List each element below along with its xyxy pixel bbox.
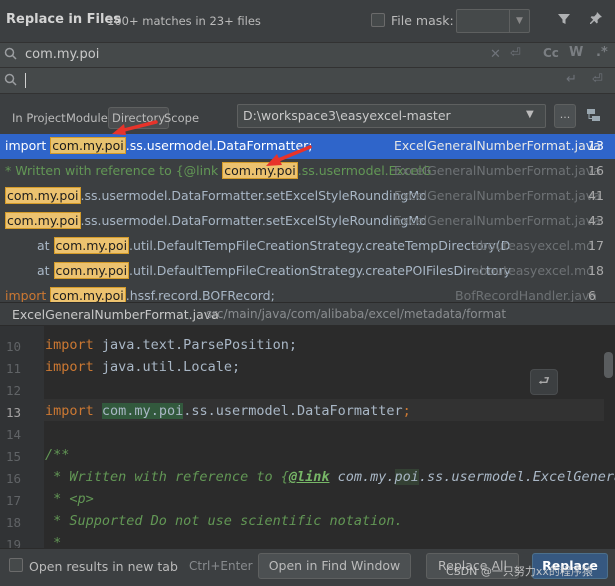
line-number: 13 xyxy=(6,405,22,420)
new-line-icon[interactable]: ⏎ xyxy=(592,72,603,87)
line-number: 14 xyxy=(6,427,22,442)
open-in-new-tab-label[interactable]: Open results in new tab xyxy=(29,559,178,574)
result-suffix: .ss.usermodel.DataFormatter.setExcelStyl… xyxy=(80,213,427,228)
result-row[interactable]: at com.my.poi .util.DefaultTempFileCreati… xyxy=(0,259,615,284)
soft-wrap-icon[interactable]: ⮐ xyxy=(530,369,558,395)
replace-search-icon xyxy=(4,73,18,90)
regex-toggle[interactable]: .* xyxy=(596,45,608,60)
code-line: import java.util.Locale; xyxy=(45,359,241,375)
result-prefix: at xyxy=(37,263,54,278)
result-suffix: .ss.usermodel.DataFormatter.setExcelStyl… xyxy=(80,188,427,203)
result-line: 13 xyxy=(588,138,604,153)
result-file: ExcelGeneralNumberFormat.java xyxy=(394,188,601,203)
dialog-title: Replace in Files xyxy=(6,12,121,27)
line-number: 12 xyxy=(6,383,22,398)
chevron-down-icon: ▼ xyxy=(509,10,529,32)
tab-module[interactable]: Module xyxy=(66,111,108,125)
code-line: * <p> xyxy=(45,491,94,507)
line-number: 16 xyxy=(6,471,22,486)
result-row[interactable]: at com.my.poi .util.DefaultTempFileCreati… xyxy=(0,234,615,259)
clear-icon[interactable]: ✕ xyxy=(490,47,501,62)
open-in-find-window-button[interactable]: Open in Find Window xyxy=(258,553,411,579)
replace-field[interactable] xyxy=(0,68,615,94)
result-file: abouteasyexcel.md xyxy=(472,238,595,253)
result-suffix: .util.DefaultTempFileCreationStrategy.cr… xyxy=(129,238,511,253)
preview-file-path: src/main/java/com/alibaba/excel/metadata… xyxy=(206,307,507,321)
file-mask-checkbox[interactable] xyxy=(371,13,385,27)
whole-words-toggle[interactable]: W xyxy=(569,45,583,60)
file-mask-label: File mask: xyxy=(391,13,454,28)
result-suffix: .hssf.record.BOFRecord; xyxy=(125,288,275,302)
result-prefix: import xyxy=(5,138,51,153)
result-line: 43 xyxy=(588,213,604,228)
result-line: 18 xyxy=(588,263,604,278)
tab-scope[interactable]: Scope xyxy=(164,111,199,125)
preserve-case-icon[interactable]: ↵ xyxy=(566,72,577,87)
text-caret xyxy=(25,73,26,88)
match-highlight: com.my.poi xyxy=(53,237,130,254)
result-row[interactable]: com.my.poi .ss.usermodel.DataFormatter.se… xyxy=(0,209,615,234)
result-file: BofRecordHandler.java xyxy=(455,288,598,302)
result-line: 17 xyxy=(588,238,604,253)
line-number: 11 xyxy=(6,361,22,376)
match-highlight: com.my.poi xyxy=(5,212,81,229)
pin-icon[interactable] xyxy=(589,11,603,29)
chevron-down-icon[interactable]: ▼ xyxy=(526,109,534,120)
match-highlight: com.my.poi xyxy=(53,262,130,279)
directory-value[interactable]: D:\workspace3\easyexcel-master xyxy=(243,108,451,123)
result-prefix: at xyxy=(37,238,54,253)
watermark: CSDN @一只努力xx的程序猿 xyxy=(446,565,593,578)
new-line-icon[interactable]: ⏎ xyxy=(510,46,521,61)
result-file: ExcelGeneralNumberFormat.java xyxy=(394,138,601,153)
filter-icon[interactable] xyxy=(557,12,571,30)
match-highlight: com.my.poi xyxy=(50,137,126,154)
result-file: ExcelGeneralNumberFormat.java xyxy=(394,163,601,178)
shortcut-hint: Ctrl+Enter xyxy=(189,559,253,573)
line-number: 18 xyxy=(6,515,22,530)
match-highlight: com.my.poi xyxy=(5,187,81,204)
result-line: 16 xyxy=(588,163,604,178)
result-file: ExcelGeneralNumberFormat.java xyxy=(394,213,601,228)
code-line: * Supported Do not use scientific notati… xyxy=(45,513,403,529)
line-number: 15 xyxy=(6,449,22,464)
match-highlight: com.my.poi xyxy=(50,287,126,302)
match-case-toggle[interactable]: Cc xyxy=(543,46,559,60)
recursive-folder-icon[interactable] xyxy=(586,106,604,124)
open-in-new-tab-checkbox[interactable] xyxy=(9,558,23,572)
annotation-arrow xyxy=(266,145,312,166)
tab-in-project[interactable]: In Project xyxy=(12,111,66,125)
result-line: 41 xyxy=(588,188,604,203)
result-row[interactable]: import com.my.poi .hssf.record.BOFRecord;… xyxy=(0,284,615,302)
search-icon[interactable] xyxy=(4,47,18,64)
result-prefix: * Written with reference to {@link xyxy=(5,163,223,178)
result-suffix: .util.DefaultTempFileCreationStrategy.cr… xyxy=(129,263,512,278)
result-line: 6 xyxy=(588,288,596,302)
find-input[interactable]: com.my.poi xyxy=(25,47,99,62)
file-mask-combo[interactable]: ▼ xyxy=(456,9,530,33)
line-number: 10 xyxy=(6,339,22,354)
code-line: import com.my.poi.ss.usermodel.DataForma… xyxy=(45,403,411,419)
scrollbar-thumb[interactable] xyxy=(604,352,613,378)
match-count: 100+ matches in 23+ files xyxy=(107,14,261,28)
preview-file-name: ExcelGeneralNumberFormat.java xyxy=(12,307,219,322)
annotation-arrow xyxy=(112,120,158,135)
code-line: /** xyxy=(45,447,70,463)
result-prefix: import xyxy=(5,288,51,302)
result-row[interactable]: com.my.poi .ss.usermodel.DataFormatter.se… xyxy=(0,184,615,209)
browse-button[interactable]: ... xyxy=(554,104,576,128)
line-number: 17 xyxy=(6,493,22,508)
code-line: * Written with reference to {@link com.m… xyxy=(45,469,615,485)
code-line: import java.text.ParsePosition; xyxy=(45,337,297,353)
result-file: abouteasyexcel.md xyxy=(472,263,595,278)
